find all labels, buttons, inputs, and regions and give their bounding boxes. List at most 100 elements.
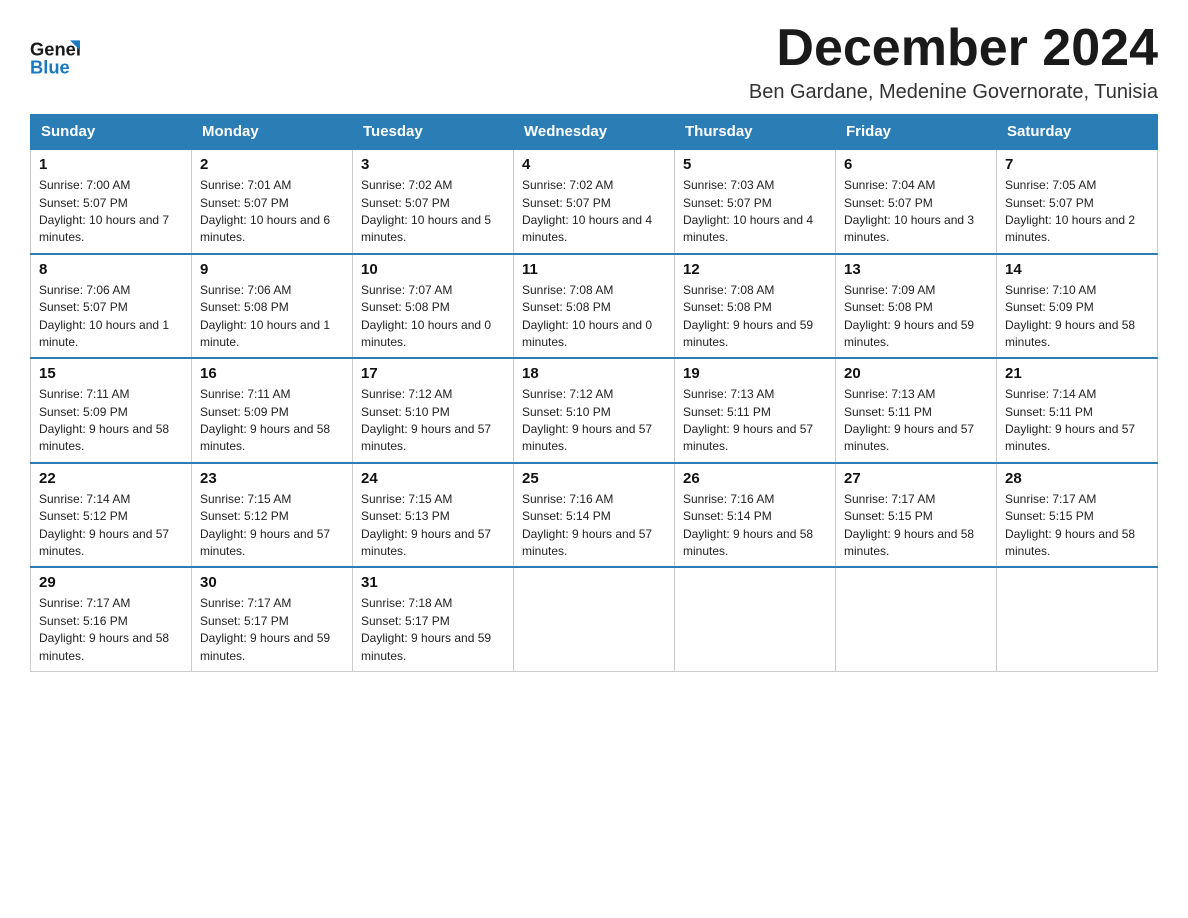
day-cell-7: 7 Sunrise: 7:05 AMSunset: 5:07 PMDayligh… xyxy=(997,149,1158,254)
days-header-row: SundayMondayTuesdayWednesdayThursdayFrid… xyxy=(31,115,1158,150)
svg-text:Blue: Blue xyxy=(30,57,70,78)
day-number: 3 xyxy=(361,156,505,173)
month-title: December 2024 xyxy=(749,20,1158,77)
day-number: 18 xyxy=(522,365,666,382)
page-header: General Blue December 2024 Ben Gardane, … xyxy=(30,20,1158,104)
day-number: 13 xyxy=(844,261,988,278)
day-info: Sunrise: 7:08 AMSunset: 5:08 PMDaylight:… xyxy=(683,282,827,352)
day-info: Sunrise: 7:18 AMSunset: 5:17 PMDaylight:… xyxy=(361,595,505,665)
week-row-1: 1 Sunrise: 7:00 AMSunset: 5:07 PMDayligh… xyxy=(31,149,1158,254)
day-cell-5: 5 Sunrise: 7:03 AMSunset: 5:07 PMDayligh… xyxy=(675,149,836,254)
day-cell-31: 31 Sunrise: 7:18 AMSunset: 5:17 PMDaylig… xyxy=(353,567,514,671)
day-info: Sunrise: 7:02 AMSunset: 5:07 PMDaylight:… xyxy=(361,177,505,247)
day-header-thursday: Thursday xyxy=(675,115,836,150)
day-number: 27 xyxy=(844,470,988,487)
day-info: Sunrise: 7:13 AMSunset: 5:11 PMDaylight:… xyxy=(683,386,827,456)
empty-cell xyxy=(997,567,1158,671)
day-header-tuesday: Tuesday xyxy=(353,115,514,150)
day-info: Sunrise: 7:16 AMSunset: 5:14 PMDaylight:… xyxy=(683,491,827,561)
day-number: 20 xyxy=(844,365,988,382)
day-info: Sunrise: 7:00 AMSunset: 5:07 PMDaylight:… xyxy=(39,177,183,247)
day-info: Sunrise: 7:17 AMSunset: 5:16 PMDaylight:… xyxy=(39,595,183,665)
day-number: 7 xyxy=(1005,156,1149,173)
day-number: 28 xyxy=(1005,470,1149,487)
day-number: 12 xyxy=(683,261,827,278)
empty-cell xyxy=(514,567,675,671)
day-number: 15 xyxy=(39,365,183,382)
day-info: Sunrise: 7:12 AMSunset: 5:10 PMDaylight:… xyxy=(361,386,505,456)
day-info: Sunrise: 7:17 AMSunset: 5:15 PMDaylight:… xyxy=(844,491,988,561)
day-number: 19 xyxy=(683,365,827,382)
day-number: 29 xyxy=(39,574,183,591)
day-number: 16 xyxy=(200,365,344,382)
day-cell-14: 14 Sunrise: 7:10 AMSunset: 5:09 PMDaylig… xyxy=(997,254,1158,359)
day-info: Sunrise: 7:16 AMSunset: 5:14 PMDaylight:… xyxy=(522,491,666,561)
day-header-sunday: Sunday xyxy=(31,115,192,150)
logo: General Blue xyxy=(30,30,84,80)
day-info: Sunrise: 7:02 AMSunset: 5:07 PMDaylight:… xyxy=(522,177,666,247)
day-info: Sunrise: 7:13 AMSunset: 5:11 PMDaylight:… xyxy=(844,386,988,456)
location-subtitle: Ben Gardane, Medenine Governorate, Tunis… xyxy=(749,81,1158,104)
day-cell-21: 21 Sunrise: 7:14 AMSunset: 5:11 PMDaylig… xyxy=(997,358,1158,463)
empty-cell xyxy=(675,567,836,671)
day-cell-20: 20 Sunrise: 7:13 AMSunset: 5:11 PMDaylig… xyxy=(836,358,997,463)
day-cell-16: 16 Sunrise: 7:11 AMSunset: 5:09 PMDaylig… xyxy=(192,358,353,463)
day-cell-6: 6 Sunrise: 7:04 AMSunset: 5:07 PMDayligh… xyxy=(836,149,997,254)
day-number: 22 xyxy=(39,470,183,487)
day-number: 21 xyxy=(1005,365,1149,382)
day-info: Sunrise: 7:14 AMSunset: 5:11 PMDaylight:… xyxy=(1005,386,1149,456)
day-number: 4 xyxy=(522,156,666,173)
day-cell-1: 1 Sunrise: 7:00 AMSunset: 5:07 PMDayligh… xyxy=(31,149,192,254)
day-number: 11 xyxy=(522,261,666,278)
day-cell-23: 23 Sunrise: 7:15 AMSunset: 5:12 PMDaylig… xyxy=(192,463,353,568)
day-info: Sunrise: 7:03 AMSunset: 5:07 PMDaylight:… xyxy=(683,177,827,247)
week-row-2: 8 Sunrise: 7:06 AMSunset: 5:07 PMDayligh… xyxy=(31,254,1158,359)
day-info: Sunrise: 7:01 AMSunset: 5:07 PMDaylight:… xyxy=(200,177,344,247)
day-cell-4: 4 Sunrise: 7:02 AMSunset: 5:07 PMDayligh… xyxy=(514,149,675,254)
day-info: Sunrise: 7:12 AMSunset: 5:10 PMDaylight:… xyxy=(522,386,666,456)
day-cell-10: 10 Sunrise: 7:07 AMSunset: 5:08 PMDaylig… xyxy=(353,254,514,359)
day-header-saturday: Saturday xyxy=(997,115,1158,150)
day-info: Sunrise: 7:11 AMSunset: 5:09 PMDaylight:… xyxy=(39,386,183,456)
day-info: Sunrise: 7:15 AMSunset: 5:13 PMDaylight:… xyxy=(361,491,505,561)
day-info: Sunrise: 7:05 AMSunset: 5:07 PMDaylight:… xyxy=(1005,177,1149,247)
day-cell-22: 22 Sunrise: 7:14 AMSunset: 5:12 PMDaylig… xyxy=(31,463,192,568)
day-number: 31 xyxy=(361,574,505,591)
day-cell-8: 8 Sunrise: 7:06 AMSunset: 5:07 PMDayligh… xyxy=(31,254,192,359)
day-cell-3: 3 Sunrise: 7:02 AMSunset: 5:07 PMDayligh… xyxy=(353,149,514,254)
day-number: 6 xyxy=(844,156,988,173)
day-info: Sunrise: 7:06 AMSunset: 5:08 PMDaylight:… xyxy=(200,282,344,352)
day-cell-17: 17 Sunrise: 7:12 AMSunset: 5:10 PMDaylig… xyxy=(353,358,514,463)
day-cell-26: 26 Sunrise: 7:16 AMSunset: 5:14 PMDaylig… xyxy=(675,463,836,568)
day-cell-30: 30 Sunrise: 7:17 AMSunset: 5:17 PMDaylig… xyxy=(192,567,353,671)
week-row-5: 29 Sunrise: 7:17 AMSunset: 5:16 PMDaylig… xyxy=(31,567,1158,671)
day-cell-9: 9 Sunrise: 7:06 AMSunset: 5:08 PMDayligh… xyxy=(192,254,353,359)
day-cell-19: 19 Sunrise: 7:13 AMSunset: 5:11 PMDaylig… xyxy=(675,358,836,463)
day-info: Sunrise: 7:06 AMSunset: 5:07 PMDaylight:… xyxy=(39,282,183,352)
day-number: 26 xyxy=(683,470,827,487)
day-number: 2 xyxy=(200,156,344,173)
day-number: 8 xyxy=(39,261,183,278)
day-header-wednesday: Wednesday xyxy=(514,115,675,150)
day-number: 9 xyxy=(200,261,344,278)
day-info: Sunrise: 7:15 AMSunset: 5:12 PMDaylight:… xyxy=(200,491,344,561)
day-header-friday: Friday xyxy=(836,115,997,150)
day-cell-18: 18 Sunrise: 7:12 AMSunset: 5:10 PMDaylig… xyxy=(514,358,675,463)
day-cell-15: 15 Sunrise: 7:11 AMSunset: 5:09 PMDaylig… xyxy=(31,358,192,463)
logo-svg: General Blue xyxy=(30,30,80,80)
day-number: 5 xyxy=(683,156,827,173)
day-info: Sunrise: 7:04 AMSunset: 5:07 PMDaylight:… xyxy=(844,177,988,247)
day-cell-11: 11 Sunrise: 7:08 AMSunset: 5:08 PMDaylig… xyxy=(514,254,675,359)
empty-cell xyxy=(836,567,997,671)
day-cell-2: 2 Sunrise: 7:01 AMSunset: 5:07 PMDayligh… xyxy=(192,149,353,254)
calendar-table: SundayMondayTuesdayWednesdayThursdayFrid… xyxy=(30,114,1158,672)
day-info: Sunrise: 7:10 AMSunset: 5:09 PMDaylight:… xyxy=(1005,282,1149,352)
day-number: 10 xyxy=(361,261,505,278)
week-row-3: 15 Sunrise: 7:11 AMSunset: 5:09 PMDaylig… xyxy=(31,358,1158,463)
day-cell-24: 24 Sunrise: 7:15 AMSunset: 5:13 PMDaylig… xyxy=(353,463,514,568)
day-info: Sunrise: 7:11 AMSunset: 5:09 PMDaylight:… xyxy=(200,386,344,456)
day-number: 25 xyxy=(522,470,666,487)
day-number: 30 xyxy=(200,574,344,591)
day-cell-29: 29 Sunrise: 7:17 AMSunset: 5:16 PMDaylig… xyxy=(31,567,192,671)
day-info: Sunrise: 7:08 AMSunset: 5:08 PMDaylight:… xyxy=(522,282,666,352)
